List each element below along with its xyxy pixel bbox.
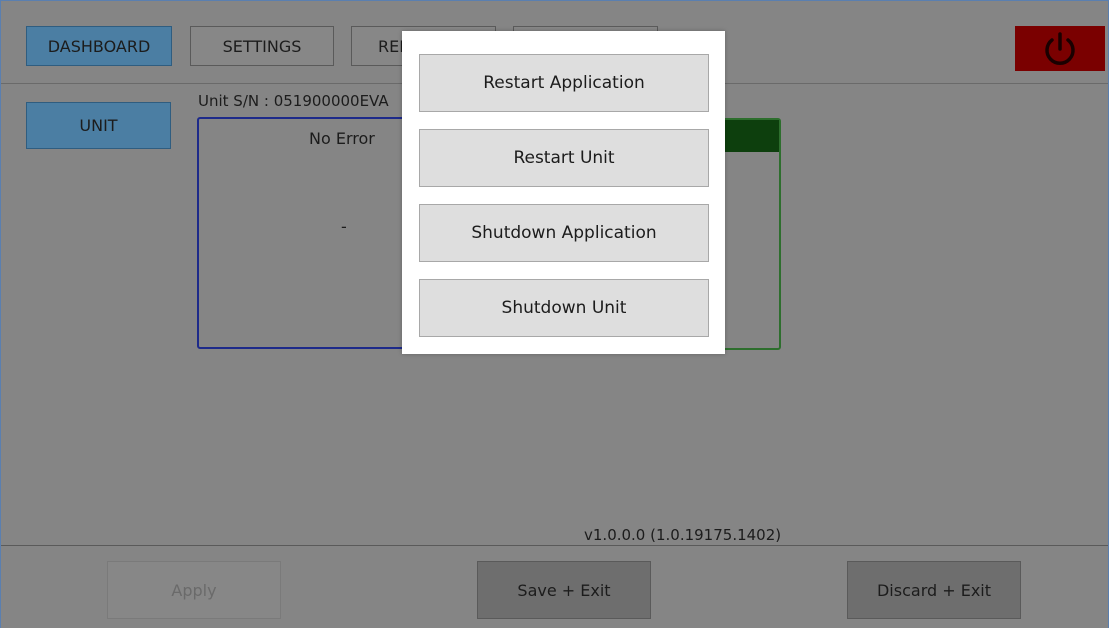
error-status-panel: No Error - — [197, 117, 417, 349]
unit-serial-number: Unit S/N : 051900000EVA — [198, 92, 389, 110]
power-options-dialog: Restart Application Restart Unit Shutdow… — [402, 31, 725, 354]
shutdown-application-button[interactable]: Shutdown Application — [419, 204, 709, 262]
restart-unit-button[interactable]: Restart Unit — [419, 129, 709, 187]
app-window: DASHBOARD SETTINGS REF UNIT Unit S/N : 0… — [0, 0, 1109, 628]
bottom-action-bar: Apply Save + Exit Discard + Exit — [1, 545, 1108, 628]
tab-dashboard[interactable]: DASHBOARD — [26, 26, 172, 66]
save-exit-button[interactable]: Save + Exit — [477, 561, 651, 619]
power-button[interactable] — [1015, 26, 1105, 71]
power-icon — [1045, 31, 1075, 65]
restart-application-button[interactable]: Restart Application — [419, 54, 709, 112]
error-panel-title: No Error — [309, 129, 375, 148]
shutdown-unit-button[interactable]: Shutdown Unit — [419, 279, 709, 337]
error-panel-value: - — [341, 217, 347, 236]
discard-exit-button[interactable]: Discard + Exit — [847, 561, 1021, 619]
sidebar-item-unit[interactable]: UNIT — [26, 102, 171, 149]
tab-settings[interactable]: SETTINGS — [190, 26, 334, 66]
version-label: v1.0.0.0 (1.0.19175.1402) — [584, 526, 782, 544]
apply-button[interactable]: Apply — [107, 561, 281, 619]
